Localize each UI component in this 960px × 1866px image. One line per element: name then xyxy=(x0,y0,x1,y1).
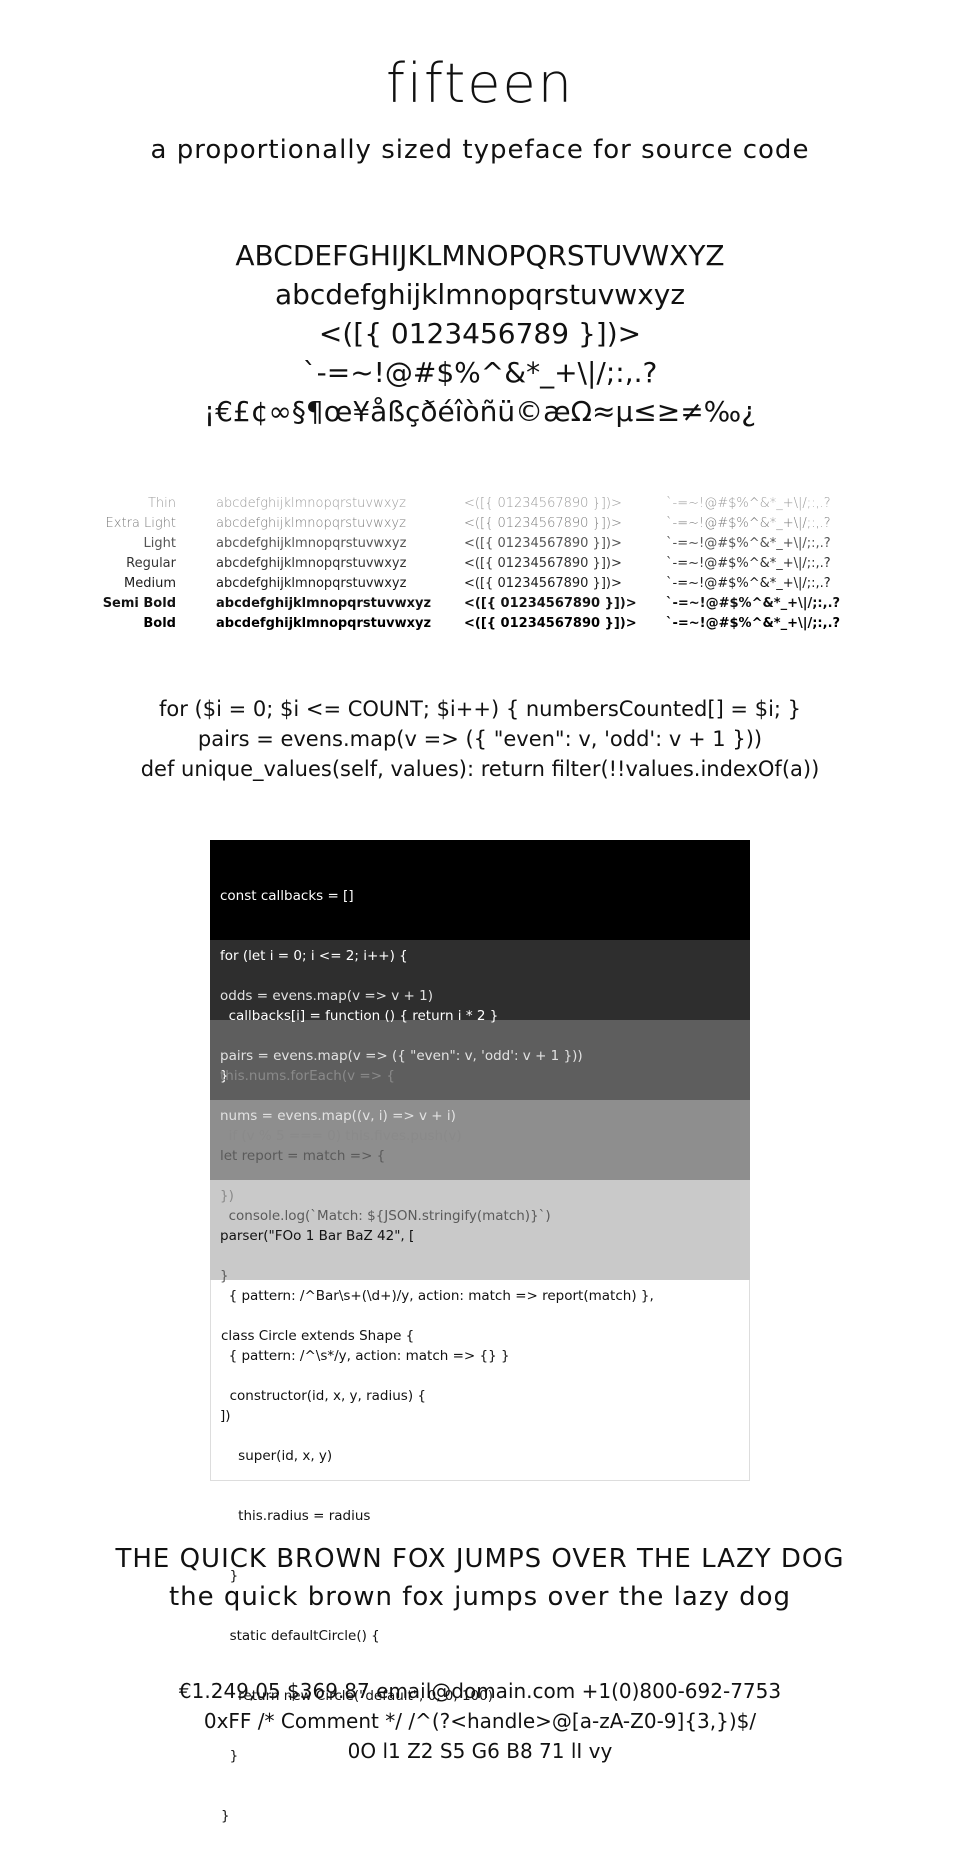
glyph-showcase: ABCDEFGHIJKLMNOPQRSTUVWXYZ abcdefghijklm… xyxy=(0,236,960,431)
weight-row-bold: Bold abcdefghijklmnopqrstuvwxyz <([{ 012… xyxy=(0,616,960,636)
weight-name: Regular xyxy=(126,556,176,571)
pangram-upper: THE QUICK BROWN FOX JUMPS OVER THE LAZY … xyxy=(115,1544,845,1574)
code-sample: def unique_values(self, values): return … xyxy=(140,757,820,781)
weight-symbols: `-=~!@#$%^&*_+\|/;:,.? xyxy=(666,556,831,571)
weight-row-thin: Thin abcdefghijklmnopqrstuvwxyz <([{ 012… xyxy=(0,496,960,516)
weight-name: Thin xyxy=(147,496,176,511)
glyph-brackets-digits: <([{ 0123456789 }])> xyxy=(318,317,642,350)
weight-table: Thin abcdefghijklmnopqrstuvwxyz <([{ 012… xyxy=(0,496,960,636)
code-panel-black: const callbacks = [] for (let i = 0; i <… xyxy=(210,840,750,1084)
code-line: odds = evens.map(v => v + 1) xyxy=(220,988,434,1004)
weight-brackets: <([{ 01234567890 }])> xyxy=(464,556,622,571)
code-line: super(id, x, y) xyxy=(221,1448,333,1464)
glyph-lowercase: abcdefghijklmnopqrstuvwxyz xyxy=(274,278,686,311)
weight-lowercase: abcdefghijklmnopqrstuvwxyz xyxy=(216,556,407,571)
pangram-lower: the quick brown fox jumps over the lazy … xyxy=(168,1582,792,1612)
code-line: const callbacks = [] xyxy=(220,888,354,904)
code-line: } xyxy=(221,1808,230,1824)
glyph-symbols: `-=~!@#$%^&*_+\|/;:,.? xyxy=(302,356,658,389)
weight-lowercase: abcdefghijklmnopqrstuvwxyz xyxy=(216,616,432,631)
code-line: let report = match => { xyxy=(220,1148,386,1164)
code-line: constructor(id, x, y, radius) { xyxy=(221,1388,426,1404)
weight-row-light: Light abcdefghijklmnopqrstuvwxyz <([{ 01… xyxy=(0,536,960,556)
misc-sample-currency-contact: €1.249,05 $369.87 email@domain.com +1(0)… xyxy=(178,1679,782,1703)
weight-row-regular: Regular abcdefghijklmnopqrstuvwxyz <([{ … xyxy=(0,556,960,576)
weight-name: Extra Light xyxy=(105,516,176,531)
weight-symbols: `-=~!@#$%^&*_+\|/;:,.? xyxy=(666,616,841,631)
weight-symbols: `-=~!@#$%^&*_+\|/;:,.? xyxy=(666,496,831,511)
weight-brackets: <([{ 01234567890 }])> xyxy=(464,596,637,611)
page-title: fifteen xyxy=(386,52,574,115)
weight-row-semi-bold: Semi Bold abcdefghijklmnopqrstuvwxyz <([… xyxy=(0,596,960,616)
glyph-special-chars: ¡€£¢∞§¶œ¥åßçðéîòñü©æΩ≈µ≤≥≠‰¿ xyxy=(203,395,757,428)
weight-name: Semi Bold xyxy=(102,596,176,611)
code-panel-white: class Circle extends Shape { constructor… xyxy=(210,1280,750,1824)
code-panels: const callbacks = [] for (let i = 0; i <… xyxy=(210,840,750,1824)
weight-brackets: <([{ 01234567890 }])> xyxy=(464,616,637,631)
weight-symbols: `-=~!@#$%^&*_+\|/;:,.? xyxy=(666,596,841,611)
code-line: this.nums.forEach(v => { xyxy=(220,1068,395,1084)
weight-symbols: `-=~!@#$%^&*_+\|/;:,.? xyxy=(666,516,831,531)
weight-brackets: <([{ 01234567890 }])> xyxy=(464,516,622,531)
weight-brackets: <([{ 01234567890 }])> xyxy=(464,496,622,511)
page-subtitle: a proportionally sized typeface for sour… xyxy=(150,135,810,165)
code-sample: pairs = evens.map(v => ({ "even": v, 'od… xyxy=(197,727,763,751)
weight-name: Bold xyxy=(143,616,176,631)
weight-symbols: `-=~!@#$%^&*_+\|/;:,.? xyxy=(666,536,831,551)
weight-brackets: <([{ 01234567890 }])> xyxy=(464,536,622,551)
misc-sample-code: 0xFF /* Comment */ /^(?<handle>@[a-zA-Z0… xyxy=(203,1709,757,1733)
code-line: parser("FOo 1 Bar BaZ 42", [ xyxy=(220,1228,415,1244)
weight-name: Medium xyxy=(124,576,176,591)
weight-symbols: `-=~!@#$%^&*_+\|/;:,.? xyxy=(666,576,831,591)
weight-lowercase: abcdefghijklmnopqrstuvwxyz xyxy=(216,536,407,551)
weight-row-extra-light: Extra Light abcdefghijklmnopqrstuvwxyz <… xyxy=(0,516,960,536)
weight-lowercase: abcdefghijklmnopqrstuvwxyz xyxy=(216,516,406,531)
code-sample-lines: for ($i = 0; $i <= COUNT; $i++) { number… xyxy=(0,694,960,784)
weight-lowercase: abcdefghijklmnopqrstuvwxyz xyxy=(216,596,432,611)
code-sample: for ($i = 0; $i <= COUNT; $i++) { number… xyxy=(158,697,802,721)
code-line: static defaultCircle() { xyxy=(221,1628,380,1644)
code-line: this.radius = radius xyxy=(221,1508,371,1524)
pangram: THE QUICK BROWN FOX JUMPS OVER THE LAZY … xyxy=(0,1540,960,1616)
weight-name: Light xyxy=(143,536,176,551)
weight-row-medium: Medium abcdefghijklmnopqrstuvwxyz <([{ 0… xyxy=(0,576,960,596)
weight-lowercase: abcdefghijklmnopqrstuvwxyz xyxy=(216,496,406,511)
glyph-uppercase: ABCDEFGHIJKLMNOPQRSTUVWXYZ xyxy=(235,239,725,272)
misc-sample-ambiguous-chars: 0O l1 Z2 S5 G6 B8 71 lI vy xyxy=(347,1739,613,1763)
weight-lowercase: abcdefghijklmnopqrstuvwxyz xyxy=(216,576,407,591)
weight-brackets: <([{ 01234567890 }])> xyxy=(464,576,622,591)
code-line: class Circle extends Shape { xyxy=(221,1328,415,1344)
misc-samples: €1.249,05 $369.87 email@domain.com +1(0)… xyxy=(0,1676,960,1766)
code-panel-light-gray: parser("FOo 1 Bar BaZ 42", [ { pattern: … xyxy=(210,1180,750,1424)
